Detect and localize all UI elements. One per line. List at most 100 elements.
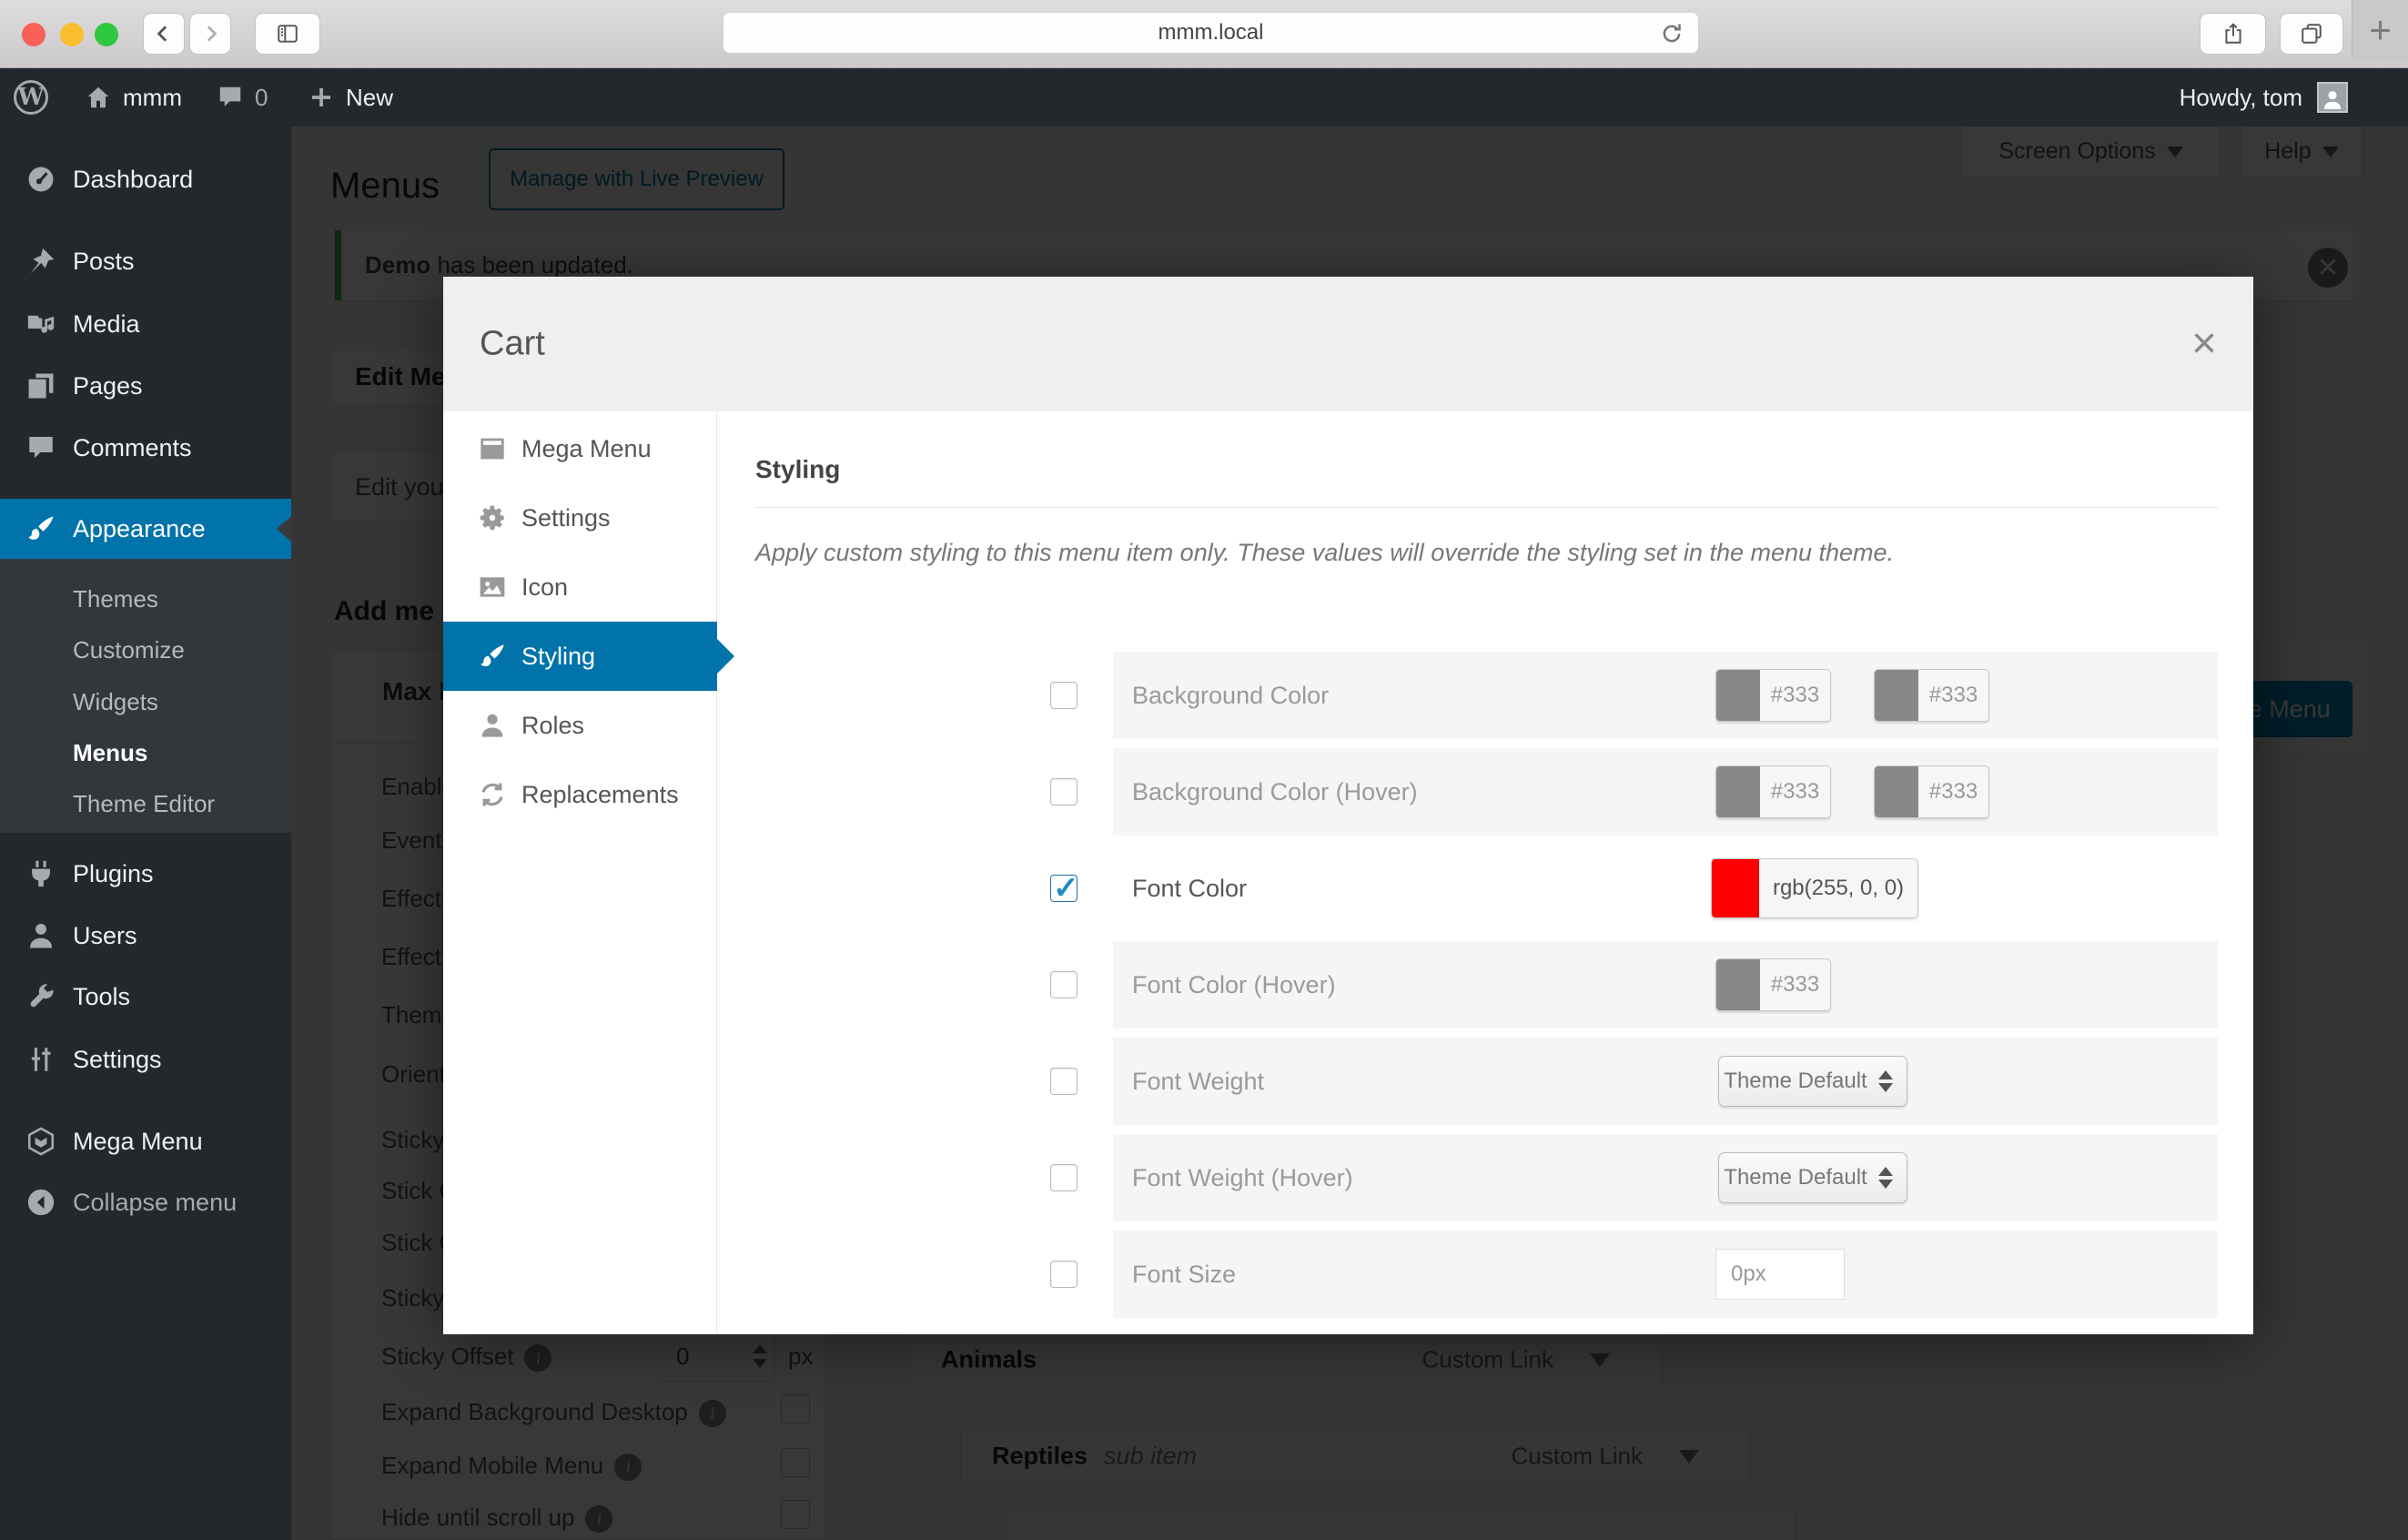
font-size-input[interactable]: 0px: [1715, 1249, 1845, 1300]
row-label: Font Color (Hover): [1132, 970, 1336, 998]
font-weight-hover-checkbox[interactable]: [1050, 1164, 1078, 1191]
divider: [755, 507, 2218, 508]
subitem-label: Themes: [73, 584, 158, 613]
sidebar-item-users[interactable]: Users: [0, 906, 291, 966]
pages-icon: [25, 370, 58, 401]
pushpin-icon: [25, 246, 58, 277]
font-weight-hover-select[interactable]: Theme Default: [1718, 1152, 1907, 1203]
dashboard-gauge-icon: [25, 164, 58, 195]
my-account-menu[interactable]: Howdy, tom: [2180, 68, 2348, 127]
background-color-hover-swatch-2[interactable]: #333: [1874, 765, 1989, 818]
color-value: #333: [1770, 972, 1820, 997]
collapse-arrow-icon: [25, 1187, 58, 1218]
new-label: New: [346, 83, 394, 111]
sidebar-item-media[interactable]: Media: [0, 294, 291, 354]
background-color-hover-swatch-1[interactable]: #333: [1715, 765, 1831, 818]
modal-nav: Mega Menu Settings Icon Styling Roles Re…: [443, 411, 734, 1334]
modal-tab-settings[interactable]: Settings: [443, 483, 717, 552]
sidebar-subitem-widgets[interactable]: Widgets: [0, 676, 291, 727]
modal-tab-label: Styling: [521, 642, 596, 670]
sidebar-item-label: Users: [73, 921, 137, 949]
font-color-hover-checkbox[interactable]: [1050, 971, 1078, 998]
share-icon: [2224, 23, 2241, 44]
browser-back-button[interactable]: [143, 13, 185, 55]
sidebar-item-label: Pages: [73, 371, 143, 400]
sidebar-item-appearance[interactable]: Appearance: [0, 499, 291, 559]
sidebar-subitem-themes[interactable]: Themes: [0, 573, 291, 624]
sidebar-item-tools[interactable]: Tools: [0, 967, 291, 1027]
modal-title: Cart: [480, 324, 545, 363]
sidebar-subitem-customize[interactable]: Customize: [0, 624, 291, 675]
comments-menu[interactable]: 0: [217, 68, 268, 127]
person-icon: [478, 711, 511, 740]
chevron-left-icon: [157, 25, 167, 42]
subitem-label: Theme Editor: [73, 789, 216, 817]
tabs-icon: [2302, 24, 2322, 44]
site-name-menu[interactable]: mmm: [85, 68, 182, 127]
modal-close-button[interactable]: ×: [2191, 322, 2217, 366]
sidebar-item-label: Settings: [73, 1045, 162, 1073]
font-color-swatch[interactable]: rgb(255, 0, 0): [1711, 858, 1918, 918]
new-tab-button[interactable]: +: [2352, 0, 2408, 60]
browser-forward-button[interactable]: [189, 13, 231, 55]
sidebar-item-posts[interactable]: Posts: [0, 231, 291, 291]
sidebar-item-pages[interactable]: Pages: [0, 356, 291, 416]
font-color-hover-swatch[interactable]: #333: [1715, 958, 1831, 1011]
row-background: [1113, 845, 2218, 932]
sidebar-item-label: Dashboard: [73, 165, 194, 193]
sidebar-item-plugins[interactable]: Plugins: [0, 844, 291, 904]
font-size-checkbox[interactable]: [1050, 1261, 1078, 1288]
site-name: mmm: [123, 83, 182, 111]
font-weight-select[interactable]: Theme Default: [1718, 1056, 1907, 1107]
modal-tab-roles[interactable]: Roles: [443, 691, 717, 760]
select-value: Theme Default: [1724, 1069, 1867, 1093]
sidebar-subitem-theme-editor[interactable]: Theme Editor: [0, 778, 291, 829]
background-color-checkbox[interactable]: [1050, 682, 1078, 709]
styling-heading: Styling: [755, 455, 841, 483]
color-chip: [1875, 766, 1918, 817]
background-color-swatch-2[interactable]: #333: [1874, 669, 1989, 722]
sidebar-item-comments[interactable]: Comments: [0, 418, 291, 478]
minimize-window-button[interactable]: [60, 23, 84, 46]
sidebar-item-dashboard[interactable]: Dashboard: [0, 149, 291, 209]
sidebar-item-mega-menu[interactable]: Mega Menu: [0, 1111, 291, 1171]
close-window-button[interactable]: [22, 23, 46, 46]
mega-menu-cube-icon: [25, 1126, 58, 1157]
collapse-menu-button[interactable]: Collapse menu: [0, 1172, 291, 1232]
background-color-hover-checkbox[interactable]: [1050, 778, 1078, 805]
row-label: Background Color (Hover): [1132, 777, 1418, 805]
browser-sidebar-toggle-button[interactable]: [255, 13, 320, 55]
address-bar[interactable]: mmm.local: [723, 12, 1699, 54]
paintbrush-icon: [25, 513, 58, 544]
plus-icon: [308, 84, 335, 111]
modal-tab-replacements[interactable]: Replacements: [443, 760, 717, 829]
color-value: rgb(255, 0, 0): [1772, 876, 1905, 900]
modal-header: Cart ×: [443, 277, 2253, 411]
select-value: Theme Default: [1724, 1165, 1867, 1190]
font-weight-checkbox[interactable]: [1050, 1068, 1078, 1095]
reload-icon[interactable]: [1658, 20, 1685, 54]
color-chip: [1875, 670, 1918, 721]
subitem-label: Customize: [73, 635, 185, 664]
styling-row-font-color: Font Color rgb(255, 0, 0): [718, 845, 2218, 932]
sidebar-item-label: Appearance: [73, 514, 206, 542]
font-color-checkbox[interactable]: [1050, 870, 1079, 907]
sidebar-item-settings[interactable]: Settings: [0, 1029, 291, 1089]
zoom-window-button[interactable]: [95, 23, 118, 46]
modal-tab-styling[interactable]: Styling: [443, 622, 734, 691]
image-icon: [478, 572, 511, 602]
modal-tab-icon[interactable]: Icon: [443, 552, 717, 622]
browser-share-button[interactable]: [2200, 13, 2266, 55]
new-content-menu[interactable]: New: [308, 68, 393, 127]
sidebar-subitem-menus[interactable]: Menus: [0, 727, 291, 778]
row-background: [1113, 1231, 2218, 1318]
modal-tab-mega-menu[interactable]: Mega Menu: [443, 414, 717, 483]
input-value: 0px: [1731, 1261, 1766, 1286]
background-color-swatch-1[interactable]: #333: [1715, 669, 1831, 722]
browser-tabs-button[interactable]: [2280, 13, 2343, 55]
row-label: Background Color: [1132, 681, 1330, 709]
color-value: #333: [1770, 779, 1820, 804]
screen: mmm.local + W mmm 0 New Howdy, tom Dashb…: [0, 0, 2408, 1540]
wp-logo-menu[interactable]: W: [14, 68, 48, 127]
modal-content: Styling Apply custom styling to this men…: [718, 411, 2253, 1334]
